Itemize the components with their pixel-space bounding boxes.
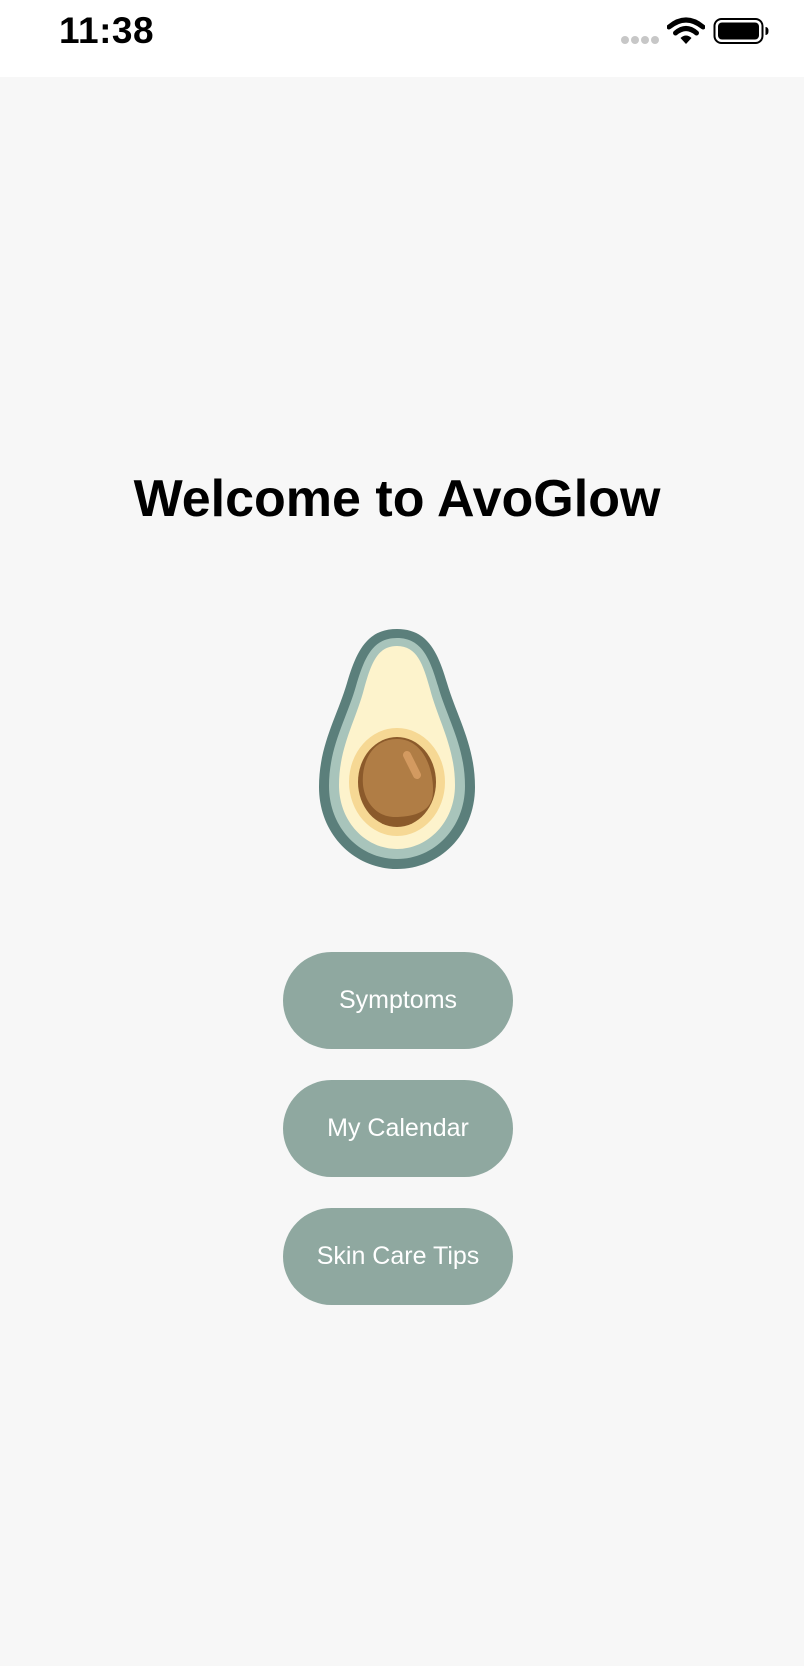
page-title: Welcome to AvoGlow: [133, 470, 661, 528]
status-bar: 11:38: [0, 0, 804, 77]
battery-icon: [713, 18, 769, 44]
status-time: 11:38: [59, 10, 155, 51]
avocado-icon: [319, 629, 475, 869]
skin-care-tips-button[interactable]: Skin Care Tips: [283, 1208, 513, 1305]
my-calendar-button[interactable]: My Calendar: [283, 1080, 513, 1177]
signal-dots-icon: [621, 36, 661, 46]
wifi-icon: [667, 17, 705, 44]
symptoms-button[interactable]: Symptoms: [283, 952, 513, 1049]
home-screen: Welcome to AvoGlow Symptoms My Calendar …: [0, 77, 804, 1666]
